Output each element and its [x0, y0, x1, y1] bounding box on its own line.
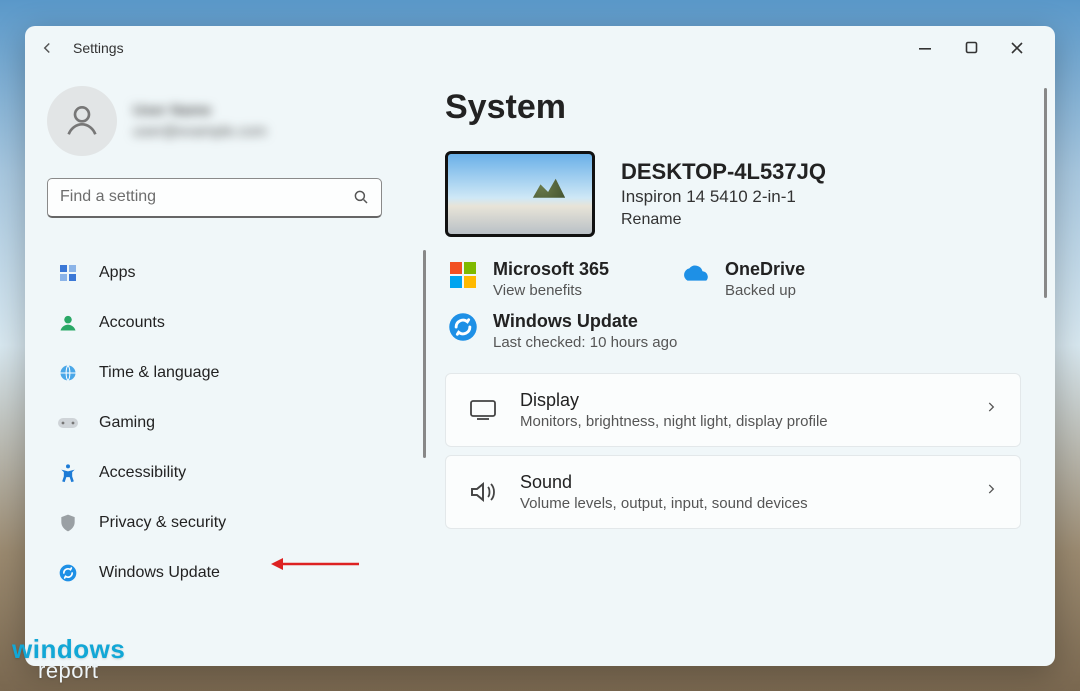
service-sub: Last checked: 10 hours ago: [493, 334, 677, 351]
close-button[interactable]: [1005, 36, 1029, 60]
card-title: Sound: [520, 472, 962, 493]
sound-icon: [468, 480, 498, 504]
services: Microsoft 365 View benefits OneDrive Bac…: [447, 259, 1021, 299]
device-thumbnail: [445, 151, 595, 237]
annotation-arrow: [271, 554, 361, 574]
window-controls: [913, 36, 1047, 60]
sidebar-item-accounts[interactable]: Accounts: [47, 298, 399, 348]
chevron-right-icon: [984, 400, 998, 419]
maximize-icon: [965, 41, 978, 54]
sidebar-nav: Apps Accounts Time & language: [47, 248, 399, 598]
service-title: Windows Update: [493, 311, 677, 332]
card-sub: Monitors, brightness, night light, displ…: [520, 413, 962, 430]
main-content: System DESKTOP-4L537JQ Inspiron 14 5410 …: [415, 70, 1055, 666]
accounts-icon: [57, 312, 79, 334]
titlebar: Settings: [25, 26, 1055, 70]
sidebar-item-label: Accounts: [99, 314, 165, 332]
service-sub: View benefits: [493, 282, 609, 299]
page-title: System: [445, 88, 1021, 127]
onedrive-icon: [679, 259, 711, 291]
gaming-icon: [57, 412, 79, 434]
user-email: user@example.com: [133, 121, 267, 142]
service-onedrive[interactable]: OneDrive Backed up: [679, 259, 805, 299]
sidebar-item-apps[interactable]: Apps: [47, 248, 399, 298]
sidebar-item-accessibility[interactable]: Accessibility: [47, 448, 399, 498]
sidebar-item-label: Time & language: [99, 364, 219, 382]
service-m365[interactable]: Microsoft 365 View benefits: [447, 259, 609, 299]
shield-icon: [57, 512, 79, 534]
windows-update-status-icon: [447, 311, 479, 343]
minimize-icon: [918, 41, 932, 55]
accessibility-icon: [57, 462, 79, 484]
device-summary: DESKTOP-4L537JQ Inspiron 14 5410 2-in-1 …: [445, 151, 1021, 237]
avatar: [47, 86, 117, 156]
search-box: [47, 178, 382, 218]
service-title: OneDrive: [725, 259, 805, 280]
chevron-right-icon: [984, 482, 998, 501]
sidebar-item-label: Apps: [99, 264, 135, 282]
main-scrollbar[interactable]: [1044, 88, 1047, 298]
sidebar-item-time-language[interactable]: Time & language: [47, 348, 399, 398]
sidebar: User Name user@example.com Apps: [25, 70, 415, 666]
sidebar-item-gaming[interactable]: Gaming: [47, 398, 399, 448]
sidebar-item-privacy-security[interactable]: Privacy & security: [47, 498, 399, 548]
service-sub: Backed up: [725, 282, 805, 299]
sidebar-item-label: Accessibility: [99, 464, 186, 482]
card-display[interactable]: Display Monitors, brightness, night ligh…: [445, 373, 1021, 447]
window-title: Settings: [73, 40, 124, 56]
card-sound[interactable]: Sound Volume levels, output, input, soun…: [445, 455, 1021, 529]
minimize-button[interactable]: [913, 36, 937, 60]
card-sub: Volume levels, output, input, sound devi…: [520, 495, 962, 512]
device-model: Inspiron 14 5410 2-in-1: [621, 187, 826, 207]
apps-icon: [57, 262, 79, 284]
service-windows-update[interactable]: Windows Update Last checked: 10 hours ag…: [447, 311, 1021, 351]
user-name: User Name: [133, 100, 267, 121]
display-icon: [468, 399, 498, 421]
watermark-line2: report: [38, 661, 125, 681]
microsoft-365-icon: [447, 259, 479, 291]
maximize-button[interactable]: [959, 36, 983, 60]
sidebar-item-label: Windows Update: [99, 564, 220, 582]
watermark: windows report: [12, 638, 125, 681]
search-input[interactable]: [47, 178, 382, 218]
device-name: DESKTOP-4L537JQ: [621, 159, 826, 185]
user-block[interactable]: User Name user@example.com: [47, 80, 399, 174]
time-language-icon: [57, 362, 79, 384]
user-info: User Name user@example.com: [133, 100, 267, 142]
body: User Name user@example.com Apps: [25, 70, 1055, 666]
settings-window: Settings User Name user@example.com: [25, 26, 1055, 666]
card-title: Display: [520, 390, 962, 411]
rename-link[interactable]: Rename: [621, 211, 826, 229]
sidebar-item-label: Gaming: [99, 414, 155, 432]
search-icon: [352, 188, 370, 211]
sidebar-item-label: Privacy & security: [99, 514, 226, 532]
user-icon: [62, 101, 102, 141]
windows-update-icon: [57, 562, 79, 584]
back-arrow-icon: [38, 39, 56, 57]
device-info: DESKTOP-4L537JQ Inspiron 14 5410 2-in-1 …: [621, 159, 826, 229]
back-button[interactable]: [33, 34, 61, 62]
close-icon: [1010, 41, 1024, 55]
service-title: Microsoft 365: [493, 259, 609, 280]
